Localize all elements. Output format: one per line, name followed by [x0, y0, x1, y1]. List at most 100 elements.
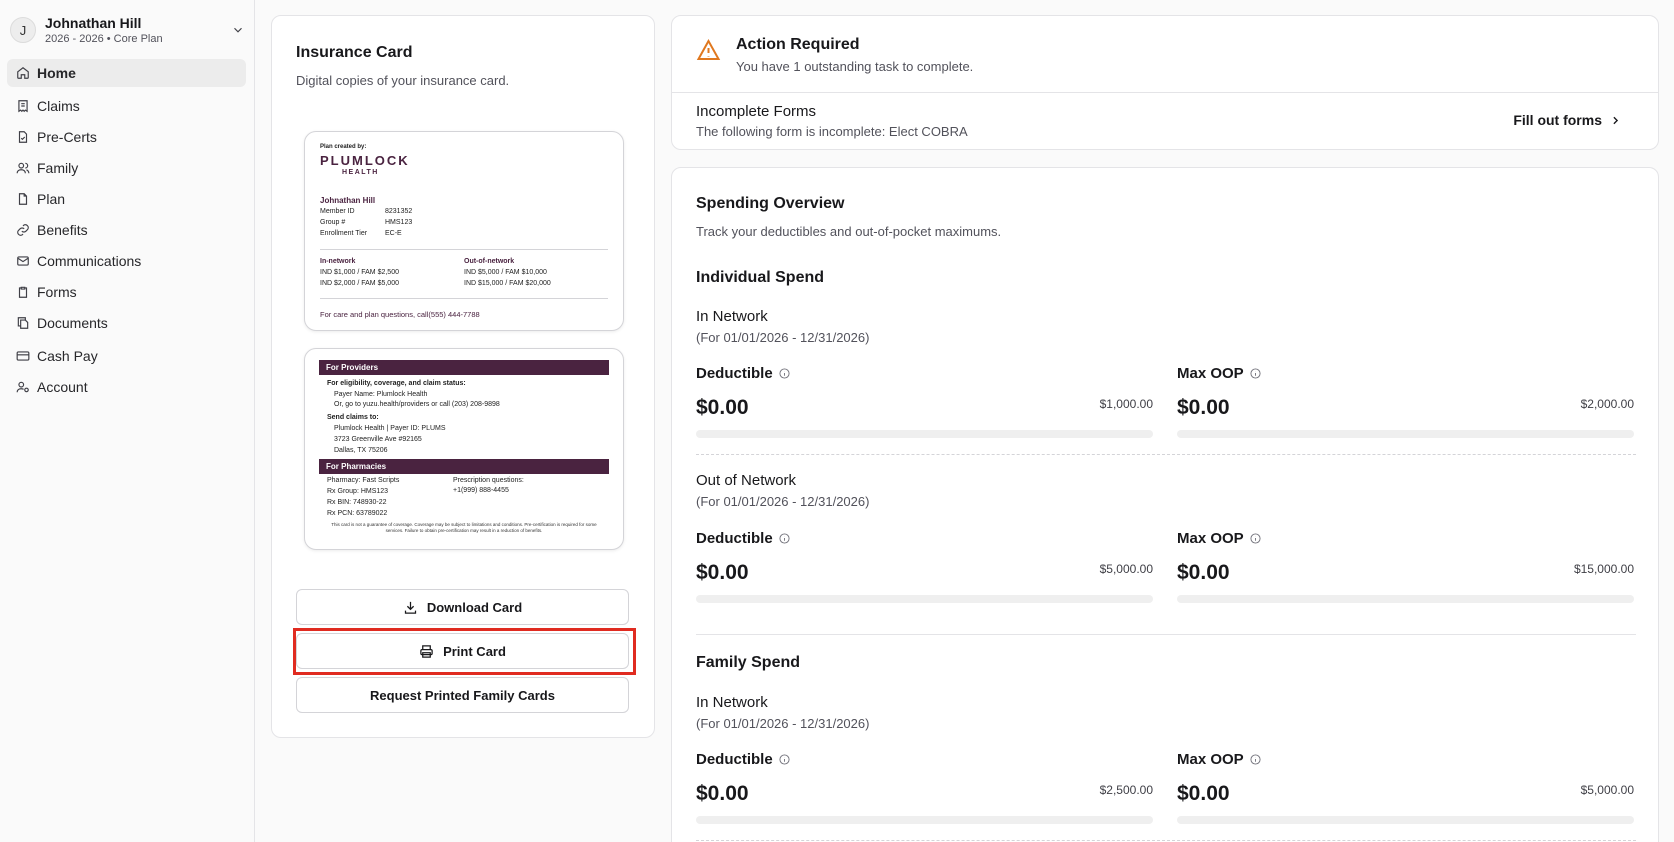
user-switcher[interactable]: J Johnathan Hill 2026 - 2026 • Core Plan: [10, 12, 245, 48]
field-label: Member ID: [320, 208, 355, 215]
max-oop-label: Max OOP: [1177, 365, 1244, 382]
sidebar-item-documents[interactable]: Documents: [7, 309, 246, 337]
max-oop-value: $0.00: [1177, 396, 1230, 419]
pharmacy-line: Rx BIN: 748930-22: [327, 499, 387, 506]
info-icon[interactable]: [1250, 533, 1261, 544]
max-oop-metric: Max OOP $0.00 $15,000.00: [1177, 530, 1634, 603]
deductible-max: $1,000.00: [1099, 397, 1153, 411]
pharmacy-line: Rx PCN: 63789022: [327, 510, 388, 517]
section-period: (For 01/01/2026 - 12/31/2026): [696, 494, 870, 509]
fill-out-forms-link[interactable]: Fill out forms: [1513, 112, 1622, 128]
sidebar-item-label: Pre-Certs: [37, 129, 97, 145]
info-icon[interactable]: [1250, 754, 1261, 765]
sidebar-item-claims[interactable]: Claims: [7, 92, 246, 120]
incomplete-forms-title: Incomplete Forms: [696, 103, 817, 120]
action-required-subtitle: You have 1 outstanding task to complete.: [736, 59, 974, 74]
deductible-label: Deductible: [696, 751, 773, 768]
max-oop-label: Max OOP: [1177, 751, 1244, 768]
plumlock-logo: PLUMLOCK: [320, 153, 410, 168]
deductible-value: $0.00: [696, 396, 749, 419]
max-oop-metric: Max OOP $0.00 $2,000.00: [1177, 365, 1634, 438]
deductible-value: $0.00: [696, 561, 749, 584]
sidebar-item-family[interactable]: Family: [7, 154, 246, 182]
providers-band: For Providers: [319, 360, 609, 375]
sidebar-item-cash-pay[interactable]: Cash Pay: [7, 342, 246, 370]
info-icon[interactable]: [779, 754, 790, 765]
sidebar-item-communications[interactable]: Communications: [7, 247, 246, 275]
section-name: In Network: [696, 308, 768, 325]
in-network-line: IND $2,000 / FAM $5,000: [320, 280, 399, 287]
max-oop-progress: [1177, 430, 1634, 438]
sidebar-item-label: Benefits: [37, 222, 88, 238]
sidebar-item-label: Communications: [37, 253, 142, 269]
clipboard-icon: [18, 286, 28, 298]
receipt-icon: [18, 100, 28, 113]
field-value: 8231352: [385, 208, 413, 215]
sidebar-item-forms[interactable]: Forms: [7, 278, 246, 306]
deductible-metric: Deductible $0.00 $5,000.00: [696, 530, 1153, 603]
provider-goto: Or, go to yuzu.health/providers or call …: [334, 401, 500, 408]
section-name: In Network: [696, 694, 768, 711]
send-claims-line: Dallas, TX 75206: [334, 447, 388, 454]
section-name: Out of Network: [696, 472, 797, 489]
insurance-card-title: Insurance Card: [296, 44, 413, 61]
care-questions: For care and plan questions, call(555) 4…: [320, 310, 480, 319]
file-icon: [18, 193, 28, 205]
send-claims-line: 3723 Greenville Ave #92165: [334, 436, 422, 443]
sidebar-item-label: Forms: [37, 284, 77, 300]
sidebar-item-label: Plan: [37, 191, 66, 207]
avatar: J: [10, 17, 36, 43]
users-icon: [16, 162, 30, 174]
user-cog-icon: [16, 381, 29, 393]
sidebar-item-home[interactable]: Home: [7, 59, 246, 87]
sidebar-item-label: Cash Pay: [37, 348, 98, 364]
deductible-progress: [696, 595, 1153, 603]
member-name: Johnathan Hill: [320, 196, 376, 205]
in-network-label: In-network: [320, 258, 356, 265]
info-icon[interactable]: [1250, 368, 1261, 379]
out-network-line: IND $5,000 / FAM $10,000: [464, 269, 547, 276]
insurance-card-subtitle: Digital copies of your insurance card.: [296, 73, 510, 88]
fill-out-forms-label: Fill out forms: [1513, 112, 1602, 128]
out-network-line: IND $15,000 / FAM $20,000: [464, 280, 551, 287]
field-value: EC-E: [385, 230, 402, 237]
download-card-button[interactable]: Download Card: [296, 589, 629, 625]
chevron-right-icon: [1613, 116, 1619, 124]
plan-created-by: Plan created by:: [320, 144, 367, 150]
info-icon[interactable]: [779, 368, 790, 379]
field-label: Group #: [320, 219, 346, 226]
max-oop-label: Max OOP: [1177, 530, 1244, 547]
section-period: (For 01/01/2026 - 12/31/2026): [696, 716, 870, 731]
spending-subtitle: Track your deductibles and out-of-pocket…: [696, 224, 1002, 239]
request-family-cards-button[interactable]: Request Printed Family Cards: [296, 677, 629, 713]
request-family-cards-label: Request Printed Family Cards: [370, 687, 555, 703]
action-required-panel: Action Required You have 1 outstanding t…: [671, 15, 1659, 150]
family-spend-title: Family Spend: [696, 654, 801, 671]
sidebar-item-plan[interactable]: Plan: [7, 185, 246, 213]
sidebar-item-pre-certs[interactable]: Pre-Certs: [7, 123, 246, 151]
sidebar-item-account[interactable]: Account: [7, 373, 246, 401]
info-icon[interactable]: [779, 533, 790, 544]
max-oop-max: $5,000.00: [1580, 783, 1634, 797]
spending-overview-panel: Spending Overview Track your deductibles…: [671, 167, 1659, 842]
in-network-block: In-network IND $1,000 / FAM $2,500 IND $…: [320, 258, 399, 291]
mail-icon: [17, 256, 29, 266]
field-label: Enrollment Tier: [320, 230, 368, 237]
action-required-title: Action Required: [736, 36, 860, 53]
rx-questions-label: Prescription questions:: [453, 477, 524, 484]
deductible-metric: Deductible $0.00 $1,000.00: [696, 365, 1153, 438]
user-name: Johnathan Hill: [45, 14, 142, 31]
sidebar-item-benefits[interactable]: Benefits: [7, 216, 246, 244]
out-network-block: Out-of-network IND $5,000 / FAM $10,000 …: [464, 258, 551, 291]
deductible-value: $0.00: [696, 782, 749, 805]
out-network-label: Out-of-network: [464, 258, 515, 265]
deductible-progress: [696, 816, 1153, 824]
deductible-metric: Deductible $0.00 $2,500.00: [696, 751, 1153, 824]
rx-questions-phone: +1(999) 888-4455: [453, 487, 509, 494]
deductible-progress: [696, 430, 1153, 438]
file-check-icon: [18, 131, 28, 143]
max-oop-max: $15,000.00: [1573, 562, 1634, 576]
insurance-card-back: For Providers For eligibility, coverage,…: [304, 348, 624, 550]
in-network-line: IND $1,000 / FAM $2,500: [320, 269, 399, 276]
plumlock-logo-sub: HEALTH: [342, 169, 379, 176]
